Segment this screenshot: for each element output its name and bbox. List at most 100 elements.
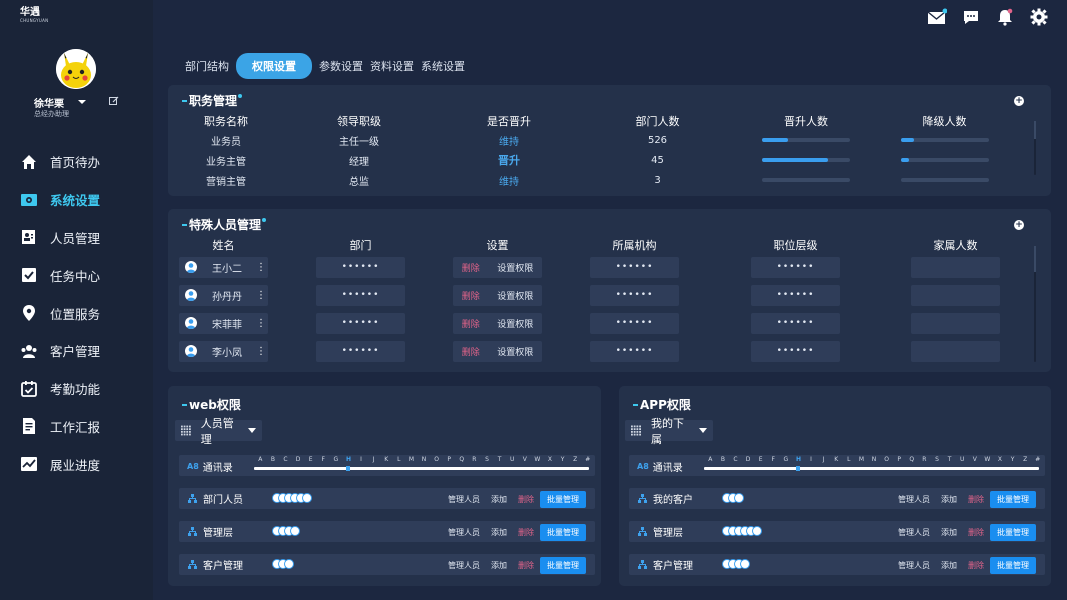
alphabet-letter[interactable]: N — [868, 456, 881, 463]
tab-system-settings[interactable]: 系统设置 — [421, 58, 465, 74]
set-permission-button[interactable]: 设置权限 — [497, 289, 533, 302]
alphabet-letter[interactable]: V — [968, 456, 981, 463]
org-field[interactable]: •••••• — [590, 312, 679, 334]
alphabet-letter[interactable]: U — [506, 456, 519, 463]
manage-members-button[interactable]: 管理人员 — [898, 560, 930, 571]
member-avatars[interactable] — [722, 559, 750, 569]
alphabet-letter[interactable]: B — [267, 456, 280, 463]
batch-manage-button[interactable]: 批量管理 — [540, 491, 586, 508]
alphabet-letter[interactable]: # — [581, 456, 594, 463]
person-name-box[interactable]: 王小二 ⋮ — [179, 256, 268, 278]
alphabet-slider-track[interactable] — [254, 466, 589, 471]
alphabet-letter[interactable]: P — [893, 456, 906, 463]
alphabet-letter[interactable]: B — [717, 456, 730, 463]
alphabet-letter[interactable]: E — [304, 456, 317, 463]
gear-icon[interactable] — [1029, 8, 1049, 26]
more-options-icon[interactable]: ⋮ — [256, 318, 266, 329]
person-name-box[interactable]: 李小凤 ⋮ — [179, 340, 268, 362]
alphabet-letter[interactable]: D — [742, 456, 755, 463]
alphabet-letter[interactable]: T — [943, 456, 956, 463]
tab-dept-structure[interactable]: 部门结构 — [185, 58, 229, 74]
mail-icon[interactable] — [927, 8, 948, 26]
alphabet-slider-track[interactable] — [704, 466, 1039, 471]
alphabet-letter[interactable]: C — [729, 456, 742, 463]
tab-data-settings[interactable]: 资料设置 — [370, 58, 414, 74]
chat-icon[interactable] — [961, 8, 981, 26]
alphabet-letter[interactable]: H — [792, 456, 805, 463]
alphabet-letter[interactable]: Y — [1006, 456, 1019, 463]
set-permission-button[interactable]: 设置权限 — [497, 345, 533, 358]
dept-field[interactable]: •••••• — [316, 284, 405, 306]
sidebar-item-home[interactable]: 首页待办 — [0, 143, 153, 181]
set-permission-button[interactable]: 设置权限 — [497, 261, 533, 274]
alphabet-letter[interactable]: X — [544, 456, 557, 463]
alphabet-index[interactable]: A B C D E F G H I J K L M N O P Q R S T U V W X Y Z # — [704, 456, 1044, 463]
org-field[interactable]: •••••• — [590, 284, 679, 306]
alphabet-letter[interactable]: Y — [556, 456, 569, 463]
user-menu-chevron-icon[interactable] — [78, 100, 86, 104]
sidebar-item-work-report[interactable]: 工作汇报 — [0, 408, 153, 446]
alphabet-letter[interactable]: U — [956, 456, 969, 463]
dept-field[interactable]: •••••• — [316, 256, 405, 278]
set-permission-button[interactable]: 设置权限 — [497, 317, 533, 330]
add-button[interactable]: 添加 — [941, 560, 957, 571]
delete-button[interactable]: 删除 — [968, 527, 984, 538]
member-avatars[interactable] — [272, 526, 300, 536]
more-options-icon[interactable]: ⋮ — [256, 346, 266, 357]
sidebar-item-system-settings[interactable]: 系统设置 — [0, 181, 153, 219]
manage-members-button[interactable]: 管理人员 — [448, 527, 480, 538]
alphabet-letter[interactable]: S — [481, 456, 494, 463]
alphabet-letter[interactable]: T — [493, 456, 506, 463]
alphabet-letter[interactable]: G — [780, 456, 793, 463]
batch-manage-button[interactable]: 批量管理 — [990, 557, 1036, 574]
promote-status-link[interactable]: 晋升 — [434, 150, 584, 170]
delete-button[interactable]: 删除 — [462, 289, 480, 302]
alphabet-letter[interactable]: A — [704, 456, 717, 463]
user-avatar[interactable] — [56, 49, 96, 89]
alphabet-letter[interactable]: R — [918, 456, 931, 463]
alphabet-letter[interactable]: N — [418, 456, 431, 463]
alphabet-letter[interactable]: D — [292, 456, 305, 463]
member-avatars[interactable] — [272, 559, 294, 569]
add-button[interactable]: 添加 — [941, 494, 957, 505]
alphabet-letter[interactable]: J — [817, 456, 830, 463]
alphabet-letter[interactable]: # — [1031, 456, 1044, 463]
family-count-field[interactable] — [911, 284, 1000, 306]
alphabet-letter[interactable]: H — [342, 456, 355, 463]
more-options-icon[interactable]: ⋮ — [256, 290, 266, 301]
alphabet-letter[interactable]: E — [754, 456, 767, 463]
delete-button[interactable]: 删除 — [462, 261, 480, 274]
delete-button[interactable]: 删除 — [968, 560, 984, 571]
org-field[interactable]: •••••• — [590, 340, 679, 362]
alphabet-letter[interactable]: M — [855, 456, 868, 463]
alphabet-letter[interactable]: L — [393, 456, 406, 463]
edit-icon[interactable] — [109, 96, 119, 106]
alphabet-slider-thumb[interactable] — [796, 466, 801, 471]
delete-button[interactable]: 删除 — [462, 317, 480, 330]
add-button[interactable]: 添加 — [491, 560, 507, 571]
sidebar-item-attendance[interactable]: 考勤功能 — [0, 370, 153, 408]
alphabet-letter[interactable]: I — [355, 456, 368, 463]
alphabet-letter[interactable]: R — [468, 456, 481, 463]
add-button[interactable]: 添加 — [941, 527, 957, 538]
vertical-scrollbar[interactable] — [1034, 246, 1036, 362]
bell-icon[interactable] — [995, 8, 1015, 26]
delete-button[interactable]: 删除 — [968, 494, 984, 505]
alphabet-letter[interactable]: K — [380, 456, 393, 463]
web-module-select[interactable]: 人员管理 — [175, 417, 262, 446]
member-avatars[interactable] — [722, 493, 744, 503]
person-name-box[interactable]: 孙丹丹 ⋮ — [179, 284, 268, 306]
alphabet-slider-thumb[interactable] — [346, 466, 351, 471]
alphabet-letter[interactable]: G — [330, 456, 343, 463]
alphabet-letter[interactable]: I — [805, 456, 818, 463]
manage-members-button[interactable]: 管理人员 — [898, 527, 930, 538]
sidebar-item-progress[interactable]: 展业进度 — [0, 445, 153, 483]
add-button[interactable]: 添加 — [491, 527, 507, 538]
alphabet-letter[interactable]: W — [531, 456, 544, 463]
add-person-button[interactable]: + — [1014, 220, 1024, 230]
level-field[interactable]: •••••• — [751, 256, 840, 278]
app-module-select[interactable]: 我的下属 — [625, 417, 713, 446]
family-count-field[interactable] — [911, 340, 1000, 362]
add-button[interactable]: 添加 — [491, 494, 507, 505]
manage-members-button[interactable]: 管理人员 — [448, 560, 480, 571]
